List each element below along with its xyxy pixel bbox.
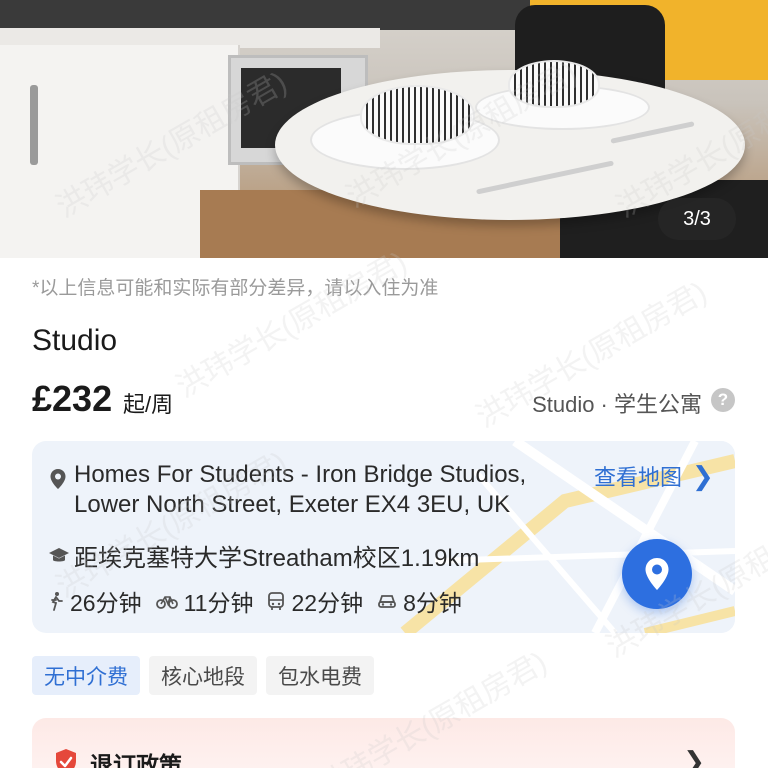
cancellation-policy-card[interactable]: 退订政策 ❯ — [32, 718, 735, 768]
walk-icon — [51, 592, 63, 611]
view-map-link[interactable]: 查看地图 ❯ — [594, 460, 714, 492]
travel-walk: 26分钟 — [48, 584, 142, 618]
travel-bus: 22分钟 — [267, 584, 363, 618]
disclaimer-text: *以上信息可能和实际有部分差异，请以入住为准 — [32, 278, 439, 299]
price-unit: 起/周 — [123, 392, 174, 417]
policy-title: 退订政策 — [90, 752, 182, 768]
chevron-right-icon: ❯ — [692, 460, 714, 491]
location-pin-icon — [645, 558, 669, 590]
university-distance: 距埃克塞特大学Streatham校区1.19km — [74, 545, 480, 572]
travel-time: 8分钟 — [403, 590, 462, 616]
help-icon[interactable]: ? — [711, 388, 735, 412]
location-pin-icon — [50, 469, 66, 489]
map-pin-button[interactable] — [622, 539, 692, 609]
room-photo[interactable] — [0, 0, 768, 258]
price: £232 — [32, 378, 113, 419]
view-map-label: 查看地图 — [594, 465, 683, 490]
travel-time: 22分钟 — [291, 590, 364, 616]
tag-bills-included: 包水电费 — [266, 656, 374, 695]
travel-car: 8分钟 — [377, 584, 462, 618]
photo-counter: 3/3 — [658, 198, 736, 240]
travel-time: 26分钟 — [70, 590, 142, 616]
tag-central-location: 核心地段 — [149, 656, 257, 695]
shield-check-icon — [56, 749, 76, 768]
bus-icon — [268, 592, 285, 610]
watermark: 洪玮学长(原租房君) — [170, 245, 413, 405]
graduation-cap-icon — [49, 547, 69, 561]
address-text: Homes For Students - Iron Bridge Studios… — [74, 461, 527, 518]
room-title: Studio — [32, 324, 118, 357]
car-icon — [378, 595, 396, 608]
bike-icon — [155, 596, 178, 609]
travel-bike: 11分钟 — [155, 584, 254, 618]
location-card[interactable]: Homes For Students - Iron Bridge Studios… — [32, 441, 735, 633]
chevron-right-icon: ❯ — [683, 746, 705, 768]
tag-no-agency-fee: 无中介费 — [32, 656, 140, 695]
travel-time: 11分钟 — [183, 590, 254, 616]
room-type-label: Studio · 学生公寓 — [532, 392, 702, 417]
feature-tags: 无中介费 核心地段 包水电费 — [32, 656, 383, 695]
